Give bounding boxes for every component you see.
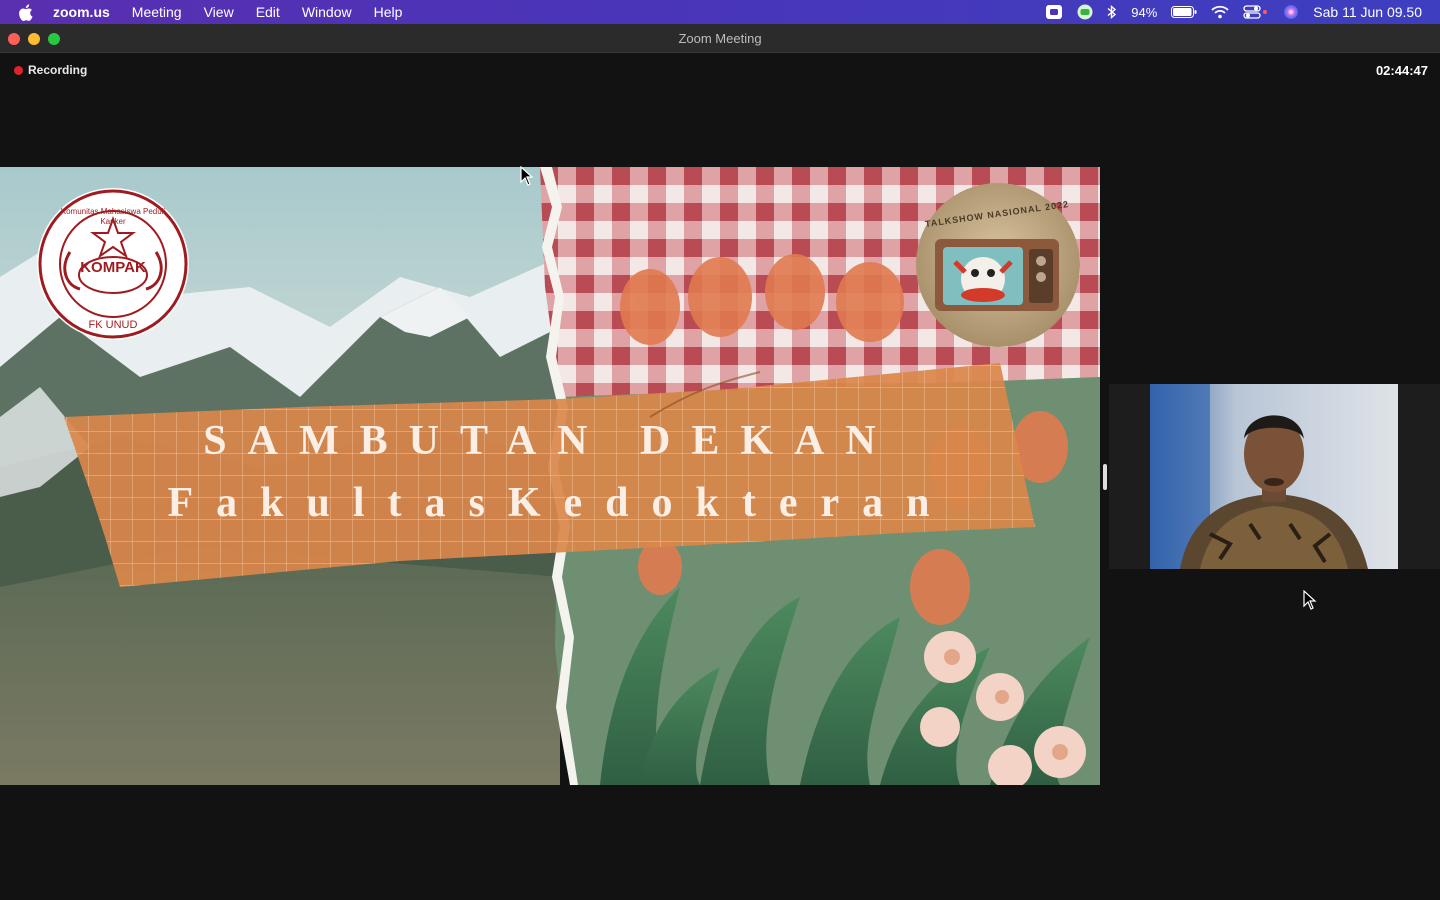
kompak-logo-ring-text: Komunitas Mahasiswa Peduli Kanker	[60, 207, 166, 226]
siri-icon[interactable]	[1283, 4, 1299, 20]
zoom-window: Zoom Meeting Recording 02:44:47 KOMPAK K…	[0, 24, 1440, 900]
shared-screen[interactable]: KOMPAK Komunitas Mahasiswa Peduli Kanker…	[0, 167, 1100, 785]
bluetooth-icon[interactable]	[1107, 4, 1117, 20]
menu-edit[interactable]: Edit	[256, 4, 280, 20]
mouse-cursor-icon	[520, 166, 534, 186]
menubar-clock[interactable]: Sab 11 Jun 09.50	[1313, 4, 1422, 20]
control-center-icon[interactable]	[1243, 5, 1269, 19]
menu-bar: zoom.us Meeting View Edit Window Help 94…	[0, 0, 1440, 24]
slide-headline: SAMBUTAN DEKAN	[203, 418, 897, 464]
panel-resize-handle[interactable]	[1103, 464, 1107, 490]
battery-icon[interactable]	[1171, 6, 1197, 18]
menu-zoom-us[interactable]: zoom.us	[53, 4, 110, 20]
chat-app-icon[interactable]	[1077, 4, 1093, 20]
recording-label: Recording	[28, 63, 88, 77]
wifi-icon[interactable]	[1211, 5, 1229, 19]
screen-record-icon[interactable]	[1045, 4, 1063, 20]
participant-video-tile[interactable]	[1109, 384, 1440, 569]
window-titlebar[interactable]: Zoom Meeting	[0, 24, 1440, 53]
apple-icon[interactable]	[18, 3, 34, 21]
slide-canvas	[0, 167, 1100, 785]
recording-dot-icon	[14, 65, 23, 75]
menu-help[interactable]: Help	[374, 4, 403, 20]
kompak-logo-center-text: KOMPAK	[80, 259, 146, 276]
menu-window[interactable]: Window	[302, 4, 352, 20]
slide-subheadline: FakultasKedokteran	[167, 480, 953, 526]
participant-video	[1150, 384, 1398, 569]
menu-view[interactable]: View	[204, 4, 234, 20]
kompak-logo-bottom-text: FK UNUD	[88, 319, 138, 331]
meeting-timer: 02:44:47	[1375, 63, 1428, 78]
battery-percentage: 94%	[1131, 4, 1158, 20]
pointer-cursor-icon	[1303, 590, 1317, 610]
menu-meeting[interactable]: Meeting	[132, 4, 182, 20]
recording-indicator[interactable]: Recording	[14, 63, 87, 77]
window-title: Zoom Meeting	[678, 31, 762, 46]
